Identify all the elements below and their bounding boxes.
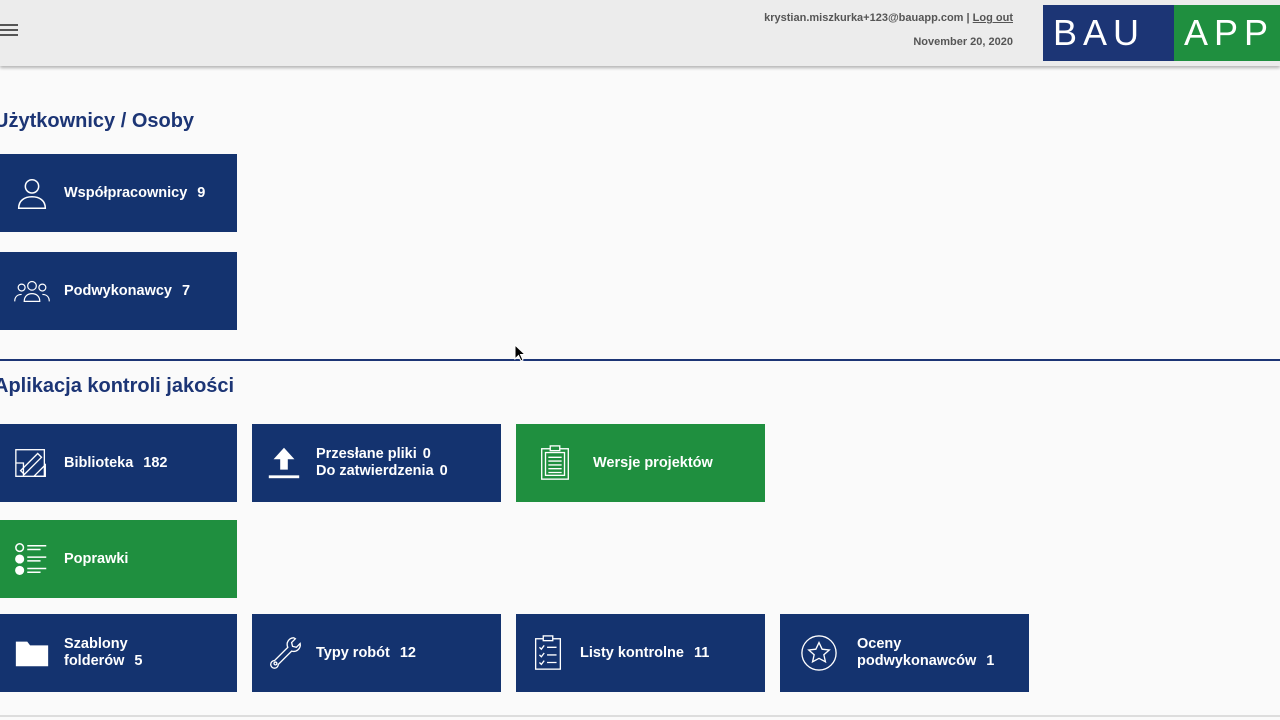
tile-count: 7 xyxy=(181,282,191,299)
tile-podwykonawcy[interactable]: Podwykonawcy 7 xyxy=(0,252,237,330)
blueprint-icon xyxy=(0,424,64,502)
menu-icon[interactable] xyxy=(0,24,18,38)
logo-left: BAU xyxy=(1043,5,1174,61)
separator: | xyxy=(966,12,970,24)
mouse-cursor-icon xyxy=(514,344,526,362)
folder-icon xyxy=(0,614,64,692)
tile-count: 12 xyxy=(399,644,416,661)
list-icon xyxy=(0,520,64,598)
tile-label: Współpracownicy xyxy=(64,184,188,201)
user-icon xyxy=(0,154,64,232)
tile-label: Listy kontrolne xyxy=(580,644,684,661)
tile-szablony-folderow[interactable]: Szablony folderów 5 xyxy=(0,614,237,692)
bauapp-logo[interactable]: BAU APP xyxy=(1043,5,1280,61)
user-info: krystian.miszkurka+123@bauapp.com | Log … xyxy=(764,11,1013,49)
tile-wersje-projektow[interactable]: Wersje projektów xyxy=(516,424,765,502)
tile-biblioteka[interactable]: Biblioteka 182 xyxy=(0,424,237,502)
tile-label: Poprawki xyxy=(64,550,129,567)
section-divider xyxy=(0,359,1280,361)
wrench-icon xyxy=(252,614,316,692)
tile-label: folderów xyxy=(64,653,125,669)
bottom-line xyxy=(0,715,1280,717)
tile-count: 0 xyxy=(439,463,448,479)
tile-wspolpracownicy[interactable]: Współpracownicy 9 xyxy=(0,154,237,232)
group-icon xyxy=(0,252,64,330)
tile-count: 0 xyxy=(422,446,431,462)
tile-label: Podwykonawcy xyxy=(64,282,172,299)
section-title-quality: Aplikacja kontroli jakości xyxy=(0,375,235,397)
tile-label: Wersje projektów xyxy=(593,454,713,471)
tile-label: Oceny xyxy=(857,636,902,652)
tile-label: podwykonawców xyxy=(857,653,977,669)
checklist-icon xyxy=(516,614,580,692)
star-icon xyxy=(780,614,857,692)
tile-label: Przesłane pliki xyxy=(316,446,417,462)
clipboard-list-icon xyxy=(516,424,593,502)
tile-count: 182 xyxy=(143,454,168,471)
tile-count: 11 xyxy=(693,644,710,661)
tile-oceny-podwykonawcow[interactable]: Oceny podwykonawców 1 xyxy=(780,614,1029,692)
tile-listy-kontrolne[interactable]: Listy kontrolne 11 xyxy=(516,614,765,692)
tile-label: Typy robót xyxy=(316,644,390,661)
tile-poprawki[interactable]: Poprawki xyxy=(0,520,237,598)
upload-icon xyxy=(252,424,316,502)
top-bar: krystian.miszkurka+123@bauapp.com | Log … xyxy=(0,0,1280,66)
tile-count: 9 xyxy=(197,184,206,201)
tile-typy-robot[interactable]: Typy robót 12 xyxy=(252,614,501,692)
tile-label: Do zatwierdzenia xyxy=(316,463,434,479)
tile-przeslane-pliki[interactable]: Przesłane pliki 0 Do zatwierdzenia 0 xyxy=(252,424,501,502)
logout-link[interactable]: Log out xyxy=(973,12,1013,24)
section-title-users: Użytkownicy / Osoby xyxy=(0,110,195,132)
user-email: krystian.miszkurka+123@bauapp.com xyxy=(764,12,964,24)
tile-label: Biblioteka xyxy=(64,454,134,471)
tile-count: 1 xyxy=(986,653,995,669)
logo-right: APP xyxy=(1174,5,1280,61)
tile-count: 5 xyxy=(134,653,143,669)
current-date: November 20, 2020 xyxy=(913,36,1013,48)
tile-label: Szablony xyxy=(64,636,128,652)
